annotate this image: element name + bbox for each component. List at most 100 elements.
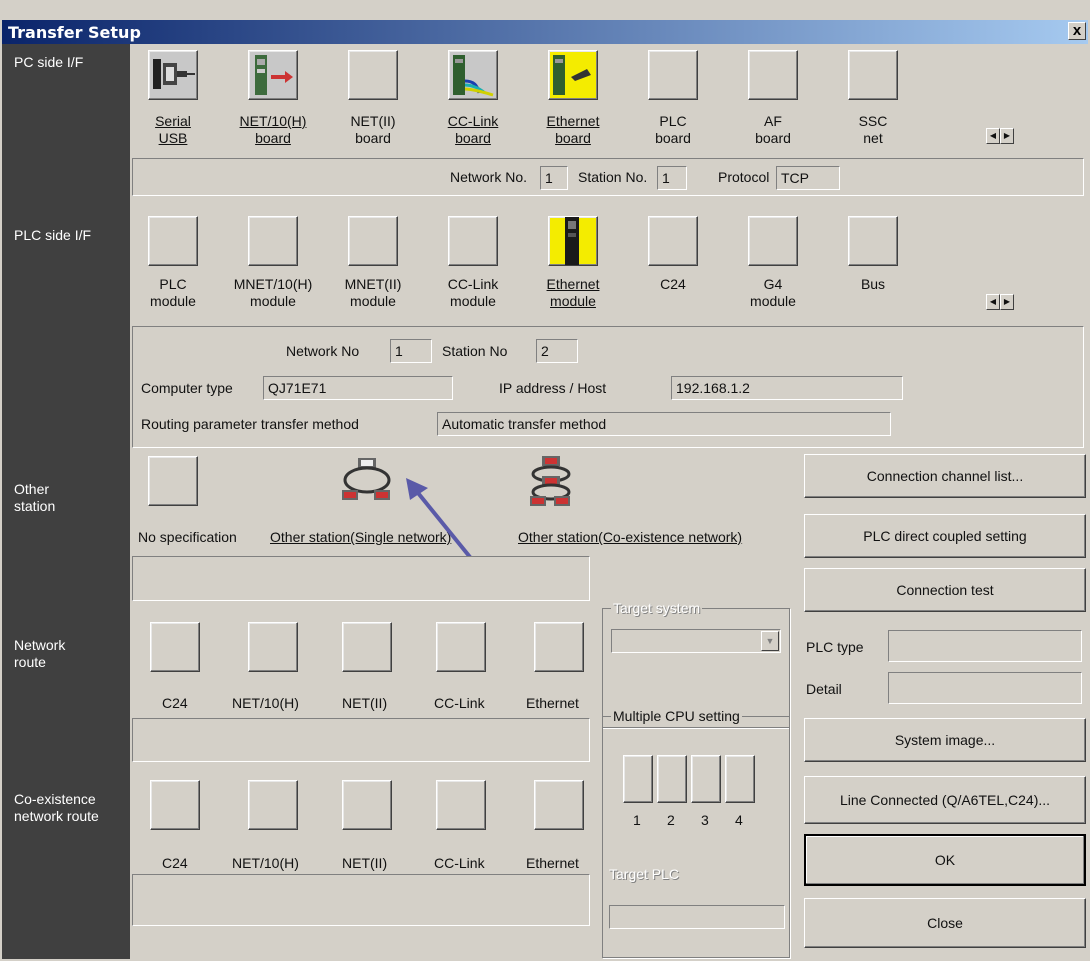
plc-side-label: PLC side I/F [14,227,92,243]
pc-station-no-field[interactable]: 1 [657,166,687,190]
cpu1-label: 1 [633,812,641,828]
plc-item-label: Bus [860,276,886,292]
window-title: Transfer Setup [8,23,141,42]
plc-item-label[interactable]: Ethernet module [518,276,628,310]
detail-field[interactable] [888,672,1082,704]
c24-module-icon[interactable] [648,216,698,266]
coexist-item-label: NET(II) [342,855,388,871]
scroll-right-icon[interactable]: ▶ [1000,294,1014,310]
pc-item-label: SSC net [858,113,888,146]
pc-item-label: NET(II) board [350,113,396,146]
pc-network-no-field[interactable]: 1 [540,166,568,190]
no-specification-label[interactable]: No specification [138,528,237,546]
route-item-label: CC-Link [434,695,485,711]
system-image-button[interactable]: System image... [804,718,1086,762]
plc-item-label: PLC module [150,276,196,309]
computer-type-field[interactable]: QJ71E71 [263,376,453,400]
cpu4-button[interactable] [725,755,755,803]
coexist-cclink-icon[interactable] [436,780,486,830]
coexist-ethernet-icon[interactable] [534,780,584,830]
plc-item-label: C24 [660,276,686,292]
pc-item-label[interactable]: Serial USB [118,113,228,147]
connection-channel-list-button[interactable]: Connection channel list... [804,454,1086,498]
g4-module-icon[interactable] [748,216,798,266]
plc-type-field[interactable] [888,630,1082,662]
coexist-net10h-icon[interactable] [248,780,298,830]
route-c24-icon[interactable] [150,622,200,672]
coexist-c24-icon[interactable] [150,780,200,830]
close-window-button[interactable]: x [1068,22,1086,40]
cpu3-label: 3 [701,812,709,828]
cpu3-button[interactable] [691,755,721,803]
pc-side-details: Network No. 1 Station No. 1 Protocol TCP [132,158,1084,196]
route-item-label: NET/10(H) [232,695,299,711]
pc-item-label[interactable]: Ethernet board [518,113,628,147]
content-area: Serial USB NET/10(H) board NET(II) board CC… [130,44,1088,959]
pc-item-label: AF board [755,113,791,146]
cclink-module-icon[interactable] [448,216,498,266]
routing-method-field[interactable]: Automatic transfer method [437,412,891,436]
scroll-left-icon[interactable]: ◀ [986,128,1000,144]
plc-network-no-label: Network No [286,343,360,359]
net10h-board-icon[interactable] [248,50,298,100]
network-route-detail-panel [132,718,590,762]
plc-board-icon[interactable] [648,50,698,100]
coexist-item-label: NET/10(H) [232,855,299,871]
pc-item-label[interactable]: NET/10(H) board [218,113,328,147]
computer-type-label: Computer type [141,380,233,396]
close-button[interactable]: Close [804,898,1086,948]
multiple-cpu-title: Multiple CPU setting [611,708,742,724]
ethernet-module-icon[interactable] [548,216,598,266]
ok-button[interactable]: OK [804,834,1086,886]
net2-board-icon[interactable] [348,50,398,100]
target-system-select[interactable]: ▼ [611,629,781,653]
route-net2-icon[interactable] [342,622,392,672]
coexistence-network-label[interactable]: Other station(Co-existence network) [518,528,742,546]
cpu2-button[interactable] [657,755,687,803]
ssc-net-icon[interactable] [848,50,898,100]
serial-usb-icon[interactable] [148,50,198,100]
plc-station-no-field[interactable]: 2 [536,339,578,363]
no-specification-icon[interactable] [148,456,198,506]
coexistence-network-icon[interactable] [526,456,576,506]
af-board-icon[interactable] [748,50,798,100]
protocol-field[interactable]: TCP [776,166,840,190]
mnet10h-module-icon[interactable] [248,216,298,266]
plc-item-label: MNET/10(H) module [233,276,313,309]
protocol-label: Protocol [718,169,770,185]
route-item-label: NET(II) [342,695,388,711]
connection-test-button[interactable]: Connection test [804,568,1086,612]
line-connected-button[interactable]: Line Connected (Q/A6TEL,C24)... [804,776,1086,824]
network-route-label: Network route [14,637,66,670]
scroll-right-icon[interactable]: ▶ [1000,128,1014,144]
route-ethernet-icon[interactable] [534,622,584,672]
cclink-board-icon[interactable] [448,50,498,100]
ip-address-field[interactable]: 192.168.1.2 [671,376,903,400]
plc-direct-coupled-button[interactable]: PLC direct coupled setting [804,514,1086,558]
pc-side-scroll[interactable]: ◀ ▶ [986,125,1016,144]
plc-module-icon[interactable] [148,216,198,266]
multiple-cpu-group: Multiple CPU setting 1 2 3 4 Target PLC [602,708,790,958]
chevron-down-icon[interactable]: ▼ [761,631,779,651]
ethernet-board-icon[interactable] [548,50,598,100]
single-network-icon[interactable] [340,456,391,506]
coexist-route-detail-panel [132,874,590,926]
ip-address-label: IP address / Host [499,380,607,396]
transfer-setup-window: Transfer Setup x PC side I/F PLC side I/… [0,0,1090,961]
cpu2-label: 2 [667,812,675,828]
pc-item-label[interactable]: CC-Link board [418,113,528,147]
route-net10h-icon[interactable] [248,622,298,672]
scroll-left-icon[interactable]: ◀ [986,294,1000,310]
target-plc-field[interactable] [609,905,785,929]
route-cclink-icon[interactable] [436,622,486,672]
cpu1-button[interactable] [623,755,653,803]
coexist-net2-icon[interactable] [342,780,392,830]
plc-side-scroll[interactable]: ◀ ▶ [986,291,1016,310]
plc-item-label: G4 module [750,276,796,309]
title-bar: Transfer Setup x [2,20,1088,44]
plc-type-label: PLC type [806,639,864,655]
bus-module-icon[interactable] [848,216,898,266]
plc-network-no-field[interactable]: 1 [390,339,432,363]
mnet2-module-icon[interactable] [348,216,398,266]
other-station-label: Other station [14,481,56,514]
